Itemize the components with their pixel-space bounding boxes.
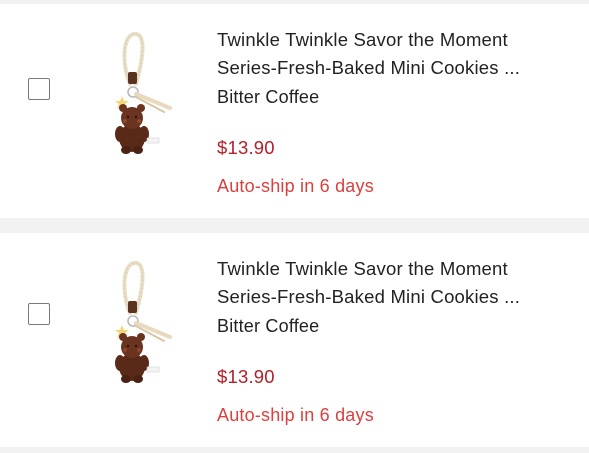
select-checkbox[interactable]	[28, 78, 50, 100]
autoship-label: Auto-ship in 6 days	[217, 176, 374, 196]
product-image[interactable]	[92, 255, 192, 385]
product-title-line-1: Twinkle Twinkle Savor the Moment	[217, 258, 508, 279]
product-title-line-2: Series-Fresh-Baked Mini Cookies ...	[217, 286, 521, 307]
product-title[interactable]: Twinkle Twinkle Savor the Moment Series-…	[217, 255, 567, 311]
product-price: $13.90	[217, 366, 275, 387]
cart-item[interactable]: Twinkle Twinkle Savor the Moment Series-…	[0, 233, 589, 447]
product-price: $13.90	[217, 137, 275, 158]
product-variant: Bitter Coffee	[217, 87, 320, 107]
cart-item-list: Twinkle Twinkle Savor the Moment Series-…	[0, 0, 589, 453]
product-image[interactable]	[92, 26, 192, 156]
select-checkbox[interactable]	[28, 303, 50, 325]
product-variant: Bitter Coffee	[217, 316, 320, 336]
cart-item[interactable]: Twinkle Twinkle Savor the Moment Series-…	[0, 4, 589, 218]
product-title-line-2: Series-Fresh-Baked Mini Cookies ...	[217, 57, 521, 78]
product-title-line-1: Twinkle Twinkle Savor the Moment	[217, 29, 508, 50]
autoship-label: Auto-ship in 6 days	[217, 405, 374, 425]
product-title[interactable]: Twinkle Twinkle Savor the Moment Series-…	[217, 26, 567, 82]
